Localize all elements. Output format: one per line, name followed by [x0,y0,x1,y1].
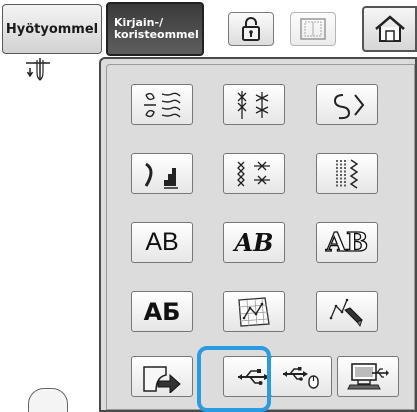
decorative-satin-stitch-button[interactable] [131,84,193,125]
custom-stitch-grid-icon [238,296,270,327]
tab-utility-label: Hyötyommel [5,21,99,37]
lock-icon [242,17,260,41]
cross-stitch-button[interactable] [223,84,285,125]
stitch-editor-button[interactable] [316,291,378,332]
pc-connection-button[interactable] [337,356,399,397]
cyrillic-font-button[interactable]: АБ [131,291,193,332]
pocket-retrieve-icon [143,365,181,393]
pen-draw-icon [329,298,363,327]
frame-button[interactable] [290,12,336,46]
machine-memory-button[interactable] [131,356,193,397]
home-icon [374,15,405,42]
character-stitch-button[interactable] [316,84,378,125]
usb-mouse-button[interactable] [270,356,332,397]
top-bar: Hyötyommel Kirjain-/ koristeommel [0,0,417,60]
usb-mouse-icon [283,366,319,389]
needle-icon [26,58,50,81]
heirloom-stitch-icon [237,161,270,186]
scroll-stitch-icon [333,93,365,119]
cross-stitch-icon [237,90,269,119]
needle-position-indicator [20,58,60,88]
lock-button[interactable] [228,12,274,46]
satin-wedge-icon [144,162,178,189]
floral-stitch-icon [144,92,181,118]
tab-character-label-line2: koristeommel [114,28,199,41]
home-button[interactable] [362,6,417,52]
script-font-button[interactable]: AB [223,222,285,263]
my-custom-stitch-button[interactable] [223,291,285,332]
parallel-stitch-icon [336,158,359,189]
computer-usb-icon [347,362,389,389]
bottom-left-button[interactable] [28,388,68,412]
straight-lines-stitch-button[interactable] [316,153,378,194]
gothic-font-label: AB [145,228,179,256]
tab-character-decorative-stitch[interactable]: Kirjain-/ koristeommel [106,2,204,56]
frame-icon [300,18,326,40]
satin-wedge-stitch-button[interactable] [131,153,193,194]
heirloom-stitch-button[interactable] [223,153,285,194]
tab-utility-stitch[interactable]: Hyötyommel [2,4,102,54]
gothic-font-button[interactable]: AB [131,222,193,263]
cyrillic-font-label: АБ [143,297,181,326]
selected-usb-highlight [197,346,271,412]
outline-font-button[interactable]: AB [316,222,378,263]
outline-font-label: AB [325,227,369,258]
script-font-label: AB [234,228,274,257]
